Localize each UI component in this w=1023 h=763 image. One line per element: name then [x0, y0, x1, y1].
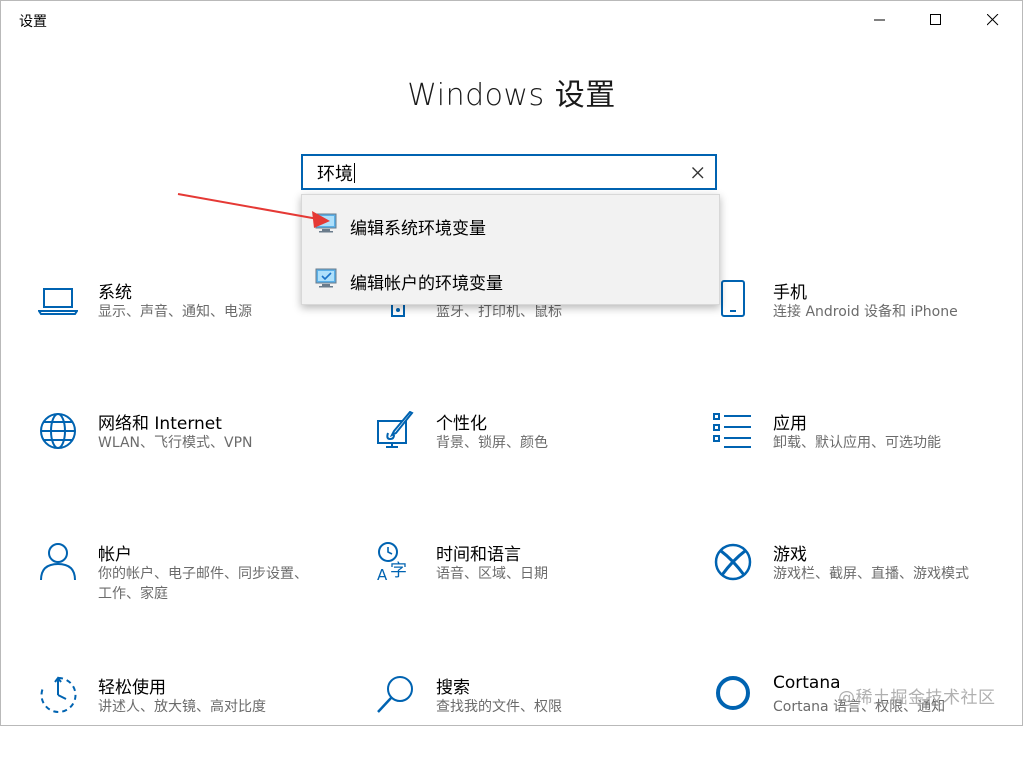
person-icon	[36, 540, 80, 584]
tile-apps[interactable]: 应用 卸载、默认应用、可选功能	[711, 409, 1011, 499]
paint-brush-icon	[374, 409, 418, 453]
suggestion-item[interactable]: 编辑帐户的环境变量	[302, 252, 719, 306]
tile-description: 语音、区域、日期	[436, 566, 548, 582]
tile-description: 卸载、默认应用、可选功能	[773, 435, 941, 451]
title-bar: 设置	[0, 0, 1023, 40]
text-caret	[354, 163, 355, 183]
monitor-check-icon	[315, 268, 337, 292]
tile-description: 游戏栏、截屏、直播、游戏模式	[773, 566, 969, 582]
page-title: Windows 设置	[407, 78, 616, 113]
search-suggestions: 编辑系统环境变量 编辑帐户的环境变量	[301, 194, 720, 305]
apps-list-icon	[711, 409, 755, 453]
tile-description: 你的帐户、电子邮件、同步设置、工作、家庭	[98, 566, 308, 602]
svg-text:A: A	[377, 566, 388, 582]
window-title: 设置	[19, 14, 47, 30]
tile-title: 手机	[773, 283, 807, 303]
tile-time-language[interactable]: A字 时间和语言 语音、区域、日期	[374, 540, 674, 630]
tile-description: WLAN、飞行模式、VPN	[98, 435, 253, 451]
watermark: @稀土掘金技术社区	[838, 688, 996, 708]
tile-network[interactable]: 网络和 Internet WLAN、飞行模式、VPN	[36, 409, 336, 499]
tile-title: 系统	[98, 283, 132, 303]
search-input[interactable]	[317, 162, 677, 184]
tile-system[interactable]: 系统 显示、声音、通知、电源	[36, 278, 336, 368]
suggestion-label: 编辑帐户的环境变量	[350, 274, 503, 294]
maximize-button[interactable]	[908, 0, 964, 40]
clear-icon	[692, 167, 704, 179]
tile-phone[interactable]: 手机 连接 Android 设备和 iPhone	[711, 278, 1011, 368]
tile-personalization[interactable]: 个性化 背景、锁屏、颜色	[374, 409, 674, 499]
tile-title: 游戏	[773, 545, 807, 565]
maximize-icon	[930, 14, 941, 25]
search-box[interactable]	[301, 154, 717, 190]
tile-description: 背景、锁屏、颜色	[436, 435, 548, 451]
minimize-button[interactable]	[852, 0, 908, 40]
tile-title: 个性化	[436, 414, 487, 434]
tile-ease-of-access[interactable]: 轻松使用 讲述人、放大镜、高对比度	[36, 673, 336, 763]
tile-description: 讲述人、放大镜、高对比度	[98, 699, 266, 715]
monitor-icon	[315, 213, 337, 237]
tile-description: 查找我的文件、权限	[436, 699, 562, 715]
tile-title: 时间和语言	[436, 545, 521, 565]
tile-title: Cortana	[773, 673, 841, 693]
tile-title: 搜索	[436, 678, 470, 698]
tile-description: 显示、声音、通知、电源	[98, 304, 252, 320]
svg-text:字: 字	[390, 561, 407, 581]
tile-title: 轻松使用	[98, 678, 166, 698]
close-button[interactable]	[965, 0, 1021, 40]
clear-search-button[interactable]	[687, 162, 709, 184]
tile-search[interactable]: 搜索 查找我的文件、权限	[374, 673, 674, 763]
minimize-icon	[874, 19, 885, 21]
tile-title: 网络和 Internet	[98, 414, 222, 434]
time-language-icon: A字	[374, 540, 418, 584]
suggestion-item[interactable]: 编辑系统环境变量	[302, 197, 719, 251]
suggestion-label: 编辑系统环境变量	[350, 219, 486, 239]
tile-title: 应用	[773, 414, 807, 434]
ease-of-access-icon	[36, 673, 80, 717]
globe-icon	[36, 409, 80, 453]
search-icon	[374, 673, 418, 717]
tile-title: 帐户	[98, 545, 132, 565]
tile-gaming[interactable]: 游戏 游戏栏、截屏、直播、游戏模式	[711, 540, 1011, 630]
tile-accounts[interactable]: 帐户 你的帐户、电子邮件、同步设置、工作、家庭	[36, 540, 336, 630]
close-icon	[987, 14, 999, 26]
xbox-icon	[711, 540, 755, 584]
tile-description: 连接 Android 设备和 iPhone	[773, 304, 958, 320]
cortana-icon	[711, 673, 755, 717]
laptop-icon	[36, 278, 80, 322]
